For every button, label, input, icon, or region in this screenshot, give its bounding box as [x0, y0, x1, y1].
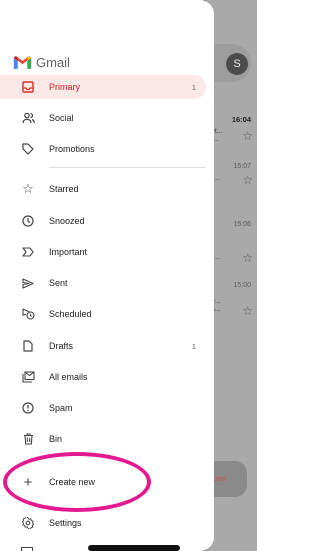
app-name: Gmail — [36, 54, 70, 70]
drawer-item-label: Social — [49, 113, 74, 123]
drawer-item-all-emails[interactable]: All emails — [0, 365, 206, 389]
gesture-bar[interactable] — [88, 545, 180, 551]
gmail-logo: Gmail — [13, 53, 70, 71]
drawer-item-label: Promotions — [49, 144, 95, 154]
navigation-drawer: Gmail Primary 1 Social Promotions ☆ Star… — [0, 0, 214, 551]
star-icon: ☆ — [242, 173, 253, 187]
drawer-item-starred[interactable]: ☆ Starred — [0, 177, 206, 201]
important-icon — [21, 245, 35, 259]
star-icon: ☆ — [22, 181, 34, 196]
help-icon — [21, 547, 33, 551]
background-email-row: 15:00 e... a... ☆ — [211, 282, 257, 328]
star-icon: ☆ — [242, 251, 253, 265]
drawer-item-sent[interactable]: Sent — [0, 271, 206, 295]
tag-icon — [21, 142, 35, 156]
drawer-item-label: Bin — [49, 434, 63, 444]
divider — [49, 167, 206, 168]
all-mail-icon — [21, 370, 35, 384]
star-icon: ☆ — [242, 304, 253, 318]
drawer-item-label: Spam — [49, 403, 73, 413]
compose-label: ose — [213, 474, 226, 483]
drawer-item-label: All emails — [49, 372, 88, 382]
email-time: 16:04 — [231, 115, 251, 124]
drawer-item-social[interactable]: Social — [0, 106, 206, 130]
drawer-item-label: Scheduled — [49, 309, 92, 319]
settings-icon — [21, 516, 35, 530]
email-time: 15:00 — [233, 282, 251, 289]
people-icon — [21, 111, 35, 125]
scheduled-send-icon — [21, 307, 35, 321]
star-icon: ☆ — [242, 129, 253, 143]
avatar: S — [226, 53, 248, 75]
drawer-item-spam[interactable]: Spam — [0, 396, 206, 420]
send-icon — [21, 276, 35, 290]
drawer-item-label: Drafts — [49, 341, 74, 351]
drawer-item-label: Settings — [49, 518, 82, 528]
trash-icon — [21, 432, 35, 446]
drawer-item-label: Sent — [49, 278, 68, 288]
drawer-item-drafts[interactable]: Drafts 1 — [0, 334, 206, 358]
drawer-item-scheduled[interactable]: Scheduled — [0, 302, 206, 326]
drawer-item-label: Primary — [49, 82, 80, 92]
email-time: 15:07 — [233, 163, 251, 170]
email-time: 15:06 — [233, 221, 251, 228]
drawer-item-important[interactable]: Important — [0, 240, 206, 264]
gmail-m-icon — [13, 55, 32, 69]
drawer-item-snoozed[interactable]: Snoozed — [0, 209, 206, 233]
drawer-item-bin[interactable]: Bin — [0, 427, 206, 451]
background-email-row: 16:04 et... r... ☆ — [211, 115, 257, 161]
drawer-item-label: Starred — [49, 184, 79, 194]
unread-count: 1 — [191, 82, 196, 92]
clock-icon — [21, 214, 35, 228]
spam-icon — [21, 401, 35, 415]
drawer-item-label: Snoozed — [49, 216, 85, 226]
drawer-item-promotions[interactable]: Promotions — [0, 137, 206, 161]
drawer-item-settings[interactable]: Settings — [0, 511, 206, 535]
background-email-row: 15:06 ll... ☆ — [211, 221, 257, 267]
background-email-row: 15:07 ll... ☆ — [211, 163, 257, 209]
drawer-item-label: Important — [49, 247, 88, 257]
drawer-item-primary[interactable]: Primary 1 — [0, 75, 206, 99]
draft-icon — [21, 339, 35, 353]
highlight-circle-annotation — [3, 452, 151, 512]
inbox-icon — [21, 80, 35, 94]
draft-count: 1 — [191, 341, 196, 351]
